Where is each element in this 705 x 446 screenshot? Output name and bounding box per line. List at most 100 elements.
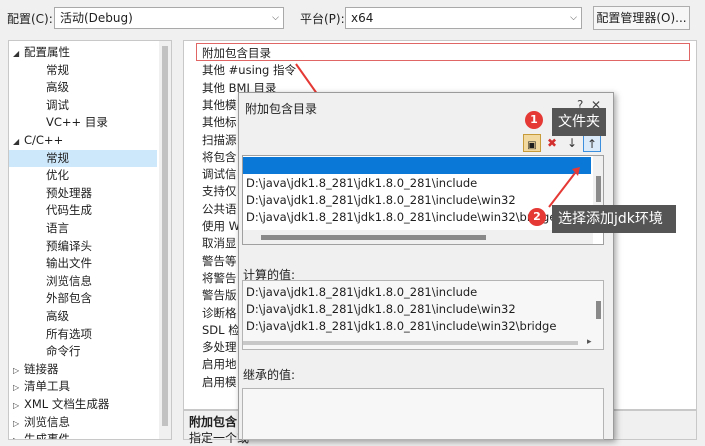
delete-icon: ✖ — [546, 136, 558, 150]
new-entry-row-selected[interactable] — [243, 157, 591, 174]
computed-hscroll[interactable] — [243, 341, 578, 345]
tree-item[interactable]: 优化 — [9, 167, 157, 184]
tree-item[interactable]: 常规 — [9, 149, 157, 167]
tree-item[interactable]: 所有选项 — [9, 326, 157, 343]
tree-item[interactable]: 高级 — [9, 79, 157, 96]
property-row[interactable]: 公共语 — [202, 200, 237, 218]
inherited-values-list — [242, 388, 604, 440]
list-hscrollbar[interactable] — [243, 230, 593, 244]
property-row[interactable]: 支持仅 — [202, 182, 237, 200]
list-hscrollbar-thumb[interactable] — [261, 235, 486, 240]
move-down-button[interactable]: ↓ — [563, 134, 581, 152]
property-row[interactable]: 警告等 — [202, 252, 237, 270]
property-row[interactable]: 启用地 — [202, 355, 237, 373]
delete-line-button[interactable]: ✖ — [543, 134, 561, 152]
property-row[interactable]: SDL 检 — [202, 321, 240, 339]
tree-item-label: 链接器 — [24, 361, 59, 376]
chevron-down-icon: ⌵ — [570, 13, 577, 23]
property-row[interactable]: 诊断格 — [202, 304, 237, 322]
tree-item-label: 清单工具 — [24, 379, 70, 394]
tree-item-label: 常规 — [46, 150, 69, 165]
property-row[interactable]: 启用模 — [202, 373, 237, 391]
list-item[interactable]: D:\java\jdk1.8_281\jdk1.8.0_281\include — [246, 175, 477, 192]
tree-item[interactable]: ▷生成事件 — [9, 431, 157, 440]
list-item[interactable]: D:\java\jdk1.8_281\jdk1.8.0_281\include\… — [246, 209, 556, 226]
annotation-badge-1: 1 — [525, 111, 543, 129]
collapsed-icon[interactable]: ▷ — [13, 379, 24, 396]
tree-scrollbar-thumb[interactable] — [162, 46, 168, 426]
tree-item[interactable]: ▷ 链接器 — [9, 361, 157, 378]
tree-item[interactable]: ◢ C/C++ — [9, 132, 157, 149]
property-row[interactable]: 其他模 — [202, 96, 237, 114]
tree-item[interactable]: ▷ 清单工具 — [9, 378, 157, 395]
property-row[interactable]: 其他 #using 指令 — [202, 61, 296, 79]
expanded-icon[interactable]: ◢ — [13, 45, 24, 62]
tree-item[interactable]: 预编译头 — [9, 238, 157, 255]
tree-item-label: 高级 — [46, 309, 69, 323]
platform-select[interactable]: x64 ⌵ — [345, 7, 582, 29]
tree-item-label: 优化 — [46, 168, 69, 183]
tree-item[interactable]: 外部包含 — [9, 290, 157, 307]
tree-item-label: 预编译头 — [46, 238, 92, 253]
tree-item-label: 高级 — [46, 80, 69, 95]
collapsed-icon[interactable]: ▷ — [13, 362, 24, 379]
arrow-down-icon: ↓ — [566, 136, 578, 150]
collapsed-icon[interactable]: ▷ — [13, 415, 24, 432]
property-row[interactable]: 扫描源 — [202, 131, 237, 149]
configuration-bar: 配置(C): 活动(Debug) ⌵ 平台(P): x64 ⌵ 配置管理器(O)… — [0, 0, 705, 36]
tree-item[interactable]: 高级 — [9, 308, 157, 325]
tree-item-label: 浏览信息 — [46, 273, 92, 288]
property-row[interactable]: 取消显 — [202, 234, 237, 252]
tree-item-label: 所有选项 — [46, 326, 92, 341]
expanded-icon[interactable]: ◢ — [13, 133, 24, 150]
config-select[interactable]: 活动(Debug) ⌵ — [54, 7, 284, 29]
move-up-button[interactable]: ↑ — [583, 134, 601, 152]
annotation-callout-folder: 文件夹 — [552, 108, 606, 136]
tree-item[interactable]: 调试 — [9, 97, 157, 114]
tree-item-label: 命令行 — [46, 344, 81, 359]
chevron-down-icon: ⌵ — [272, 13, 279, 23]
tree-item[interactable]: 预处理器 — [9, 185, 157, 202]
new-line-folder-button[interactable]: ▣ — [523, 134, 541, 152]
tree-item[interactable]: 输出文件 — [9, 255, 157, 272]
tree-item[interactable]: 常规 — [9, 62, 157, 79]
tree-item[interactable]: ▷ XML 文档生成器 — [9, 396, 157, 413]
tree-item[interactable]: 代码生成 — [9, 202, 157, 219]
tree-item-label: XML 文档生成器 — [24, 397, 110, 411]
inherited-values-label: 继承的值: — [243, 368, 296, 382]
list-vscrollbar-thumb[interactable] — [596, 176, 601, 202]
tree-item-label: 生成事件 — [24, 432, 70, 440]
dialog-title: 附加包含目录 — [245, 102, 318, 116]
computed-value: D:\java\jdk1.8_281\jdk1.8.0_281\include — [246, 285, 478, 299]
tree-scrollbar[interactable] — [159, 41, 171, 439]
annotation-arrow-icon — [548, 167, 580, 208]
tree-item-label: 输出文件 — [46, 256, 92, 271]
config-select-value: 活动(Debug) — [60, 11, 133, 25]
config-manager-button[interactable]: 配置管理器(O)... — [593, 6, 690, 30]
tree-item[interactable]: 浏览信息 — [9, 273, 157, 290]
computed-scroll-thumb[interactable] — [596, 301, 601, 319]
config-label: 配置(C): — [7, 12, 53, 26]
tree-item[interactable]: 命令行 — [9, 343, 157, 360]
property-row[interactable]: 调试信 — [202, 165, 237, 183]
tree-item[interactable]: ◢ 配置属性 — [9, 44, 157, 61]
property-row[interactable]: 其他标 — [202, 113, 237, 131]
scroll-right-icon[interactable]: ▸ — [587, 337, 592, 347]
collapsed-icon[interactable]: ▷ — [13, 397, 24, 414]
tree-item-label: VC++ 目录 — [46, 115, 108, 130]
tree-item-label: 代码生成 — [46, 203, 92, 218]
property-row[interactable]: 将包含 — [202, 148, 237, 166]
tree-item[interactable]: VC++ 目录 — [9, 114, 157, 131]
tree-item-label: 配置属性 — [24, 45, 70, 59]
tree-item-label: 常规 — [46, 62, 69, 77]
list-item[interactable]: D:\java\jdk1.8_281\jdk1.8.0_281\include\… — [246, 192, 516, 209]
tree-item[interactable]: 语言 — [9, 220, 157, 237]
tree-item[interactable]: ▷ 浏览信息 — [9, 414, 157, 431]
property-row[interactable]: 将警告 — [202, 269, 237, 287]
property-row[interactable]: 多处理 — [202, 338, 237, 356]
property-row[interactable]: 使用 W — [202, 217, 240, 235]
arrow-up-icon: ↑ — [586, 137, 598, 151]
computed-value: D:\java\jdk1.8_281\jdk1.8.0_281\include\… — [246, 319, 557, 333]
property-row[interactable]: 警告版 — [202, 286, 237, 304]
collapsed-icon[interactable]: ▷ — [13, 432, 24, 439]
